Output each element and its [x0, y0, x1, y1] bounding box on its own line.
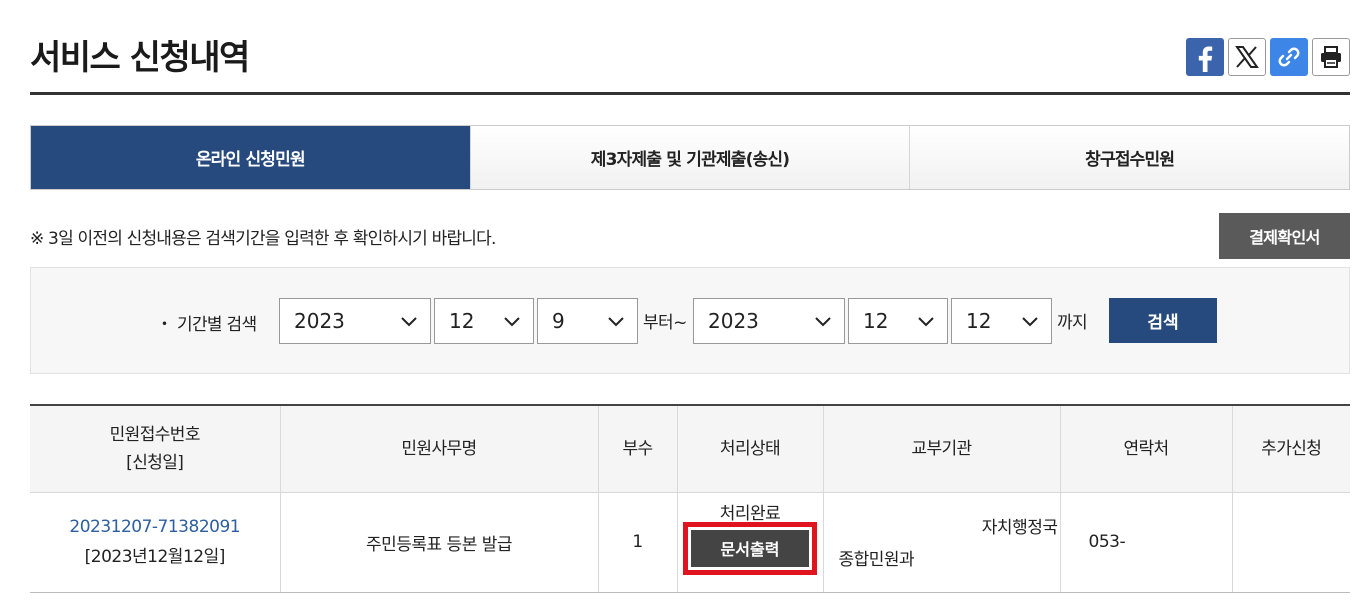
status-text: 처리완료 [719, 503, 781, 524]
cell-status: 처리완료 문서출력 [676, 492, 823, 593]
cell-name: 주민등록표 등본 발급 [279, 492, 598, 593]
chevron-down-icon [918, 317, 934, 327]
period-search-panel: ・ 기간별 검색 2023 12 9 부터~ 2023 12 12 까지 검색 [30, 267, 1350, 374]
chevron-down-icon [401, 317, 417, 327]
table-row: 20231207-71382091 [2023년12월12일] 주민등록표 등본… [30, 492, 1350, 593]
application-history-table: 민원접수번호 [신청일] 민원사무명 부수 처리상태 교부기관 연락처 추가신청… [30, 404, 1350, 593]
header-name: 민원사무명 [279, 404, 598, 493]
from-day-value: 9 [552, 309, 565, 333]
cell-contact: 053- [1059, 492, 1232, 593]
facebook-share-button[interactable] [1186, 38, 1224, 76]
to-day-select[interactable]: 12 [951, 298, 1052, 344]
tab-online-application[interactable]: 온라인 신청민원 [31, 126, 470, 189]
highlight-frame: 문서출력 [683, 521, 817, 575]
to-month-select[interactable]: 12 [848, 298, 948, 344]
link-icon [1278, 47, 1300, 67]
tab-bar: 온라인 신청민원 제3자제출 및 기관제출(송신) 창구접수민원 [30, 125, 1350, 190]
document-print-button[interactable]: 문서출력 [691, 529, 809, 567]
page-title: 서비스 신청내역 [30, 38, 250, 78]
to-suffix: 까지 [1057, 313, 1088, 333]
chevron-down-icon [1022, 317, 1038, 327]
header-receipt-label: 민원접수번호 [109, 424, 201, 445]
cell-copies: 1 [597, 492, 677, 593]
tab-counter-application[interactable]: 창구접수민원 [909, 126, 1350, 189]
cell-extra [1231, 492, 1350, 593]
cell-agency: 자치행정국 종합민원과 [822, 492, 1060, 593]
header-extra: 추가신청 [1231, 404, 1350, 493]
payment-confirmation-button[interactable]: 결제확인서 [1219, 213, 1350, 259]
cell-receipt: 20231207-71382091 [2023년12월12일] [30, 492, 280, 593]
share-toolbar [1186, 38, 1350, 76]
print-page-button[interactable] [1312, 38, 1350, 76]
facebook-icon [1198, 46, 1213, 72]
from-suffix: 부터~ [643, 313, 687, 333]
chevron-down-icon [608, 317, 624, 327]
printer-icon [1321, 46, 1341, 68]
application-date: [2023년12월12일] [84, 547, 226, 567]
header-receipt: 민원접수번호 [신청일] [30, 404, 280, 493]
search-button[interactable]: 검색 [1109, 298, 1217, 343]
from-month-value: 12 [449, 309, 475, 333]
from-year-value: 2023 [294, 309, 345, 333]
from-month-select[interactable]: 12 [434, 298, 534, 344]
agency-line-2: 종합민원과 [838, 549, 915, 570]
chevron-down-icon [815, 317, 831, 327]
x-icon [1235, 46, 1259, 68]
to-year-select[interactable]: 2023 [693, 298, 845, 344]
table-header-row: 민원접수번호 [신청일] 민원사무명 부수 처리상태 교부기관 연락처 추가신청 [30, 404, 1350, 493]
header-status: 처리상태 [676, 404, 823, 493]
to-month-value: 12 [863, 309, 889, 333]
receipt-number-link[interactable]: 20231207-71382091 [30, 512, 280, 542]
to-day-value: 12 [966, 309, 992, 333]
from-year-select[interactable]: 2023 [279, 298, 431, 344]
title-divider [30, 92, 1350, 95]
header-receipt-sub: [신청일] [126, 452, 184, 473]
from-day-select[interactable]: 9 [537, 298, 638, 344]
search-label: ・ 기간별 검색 [156, 315, 257, 335]
to-year-value: 2023 [708, 309, 759, 333]
header-copies: 부수 [597, 404, 677, 493]
header-contact: 연락처 [1059, 404, 1232, 493]
header-agency: 교부기관 [822, 404, 1060, 493]
chevron-down-icon [504, 317, 520, 327]
x-share-button[interactable] [1228, 38, 1266, 76]
agency-line-1: 자치행정국 [981, 517, 1058, 538]
copy-link-button[interactable] [1270, 38, 1308, 76]
tab-third-party-submission[interactable]: 제3자제출 및 기관제출(송신) [469, 126, 910, 189]
notice-text: ※ 3일 이전의 신청내용은 검색기간을 입력한 후 확인하시기 바랍니다. [30, 229, 496, 249]
